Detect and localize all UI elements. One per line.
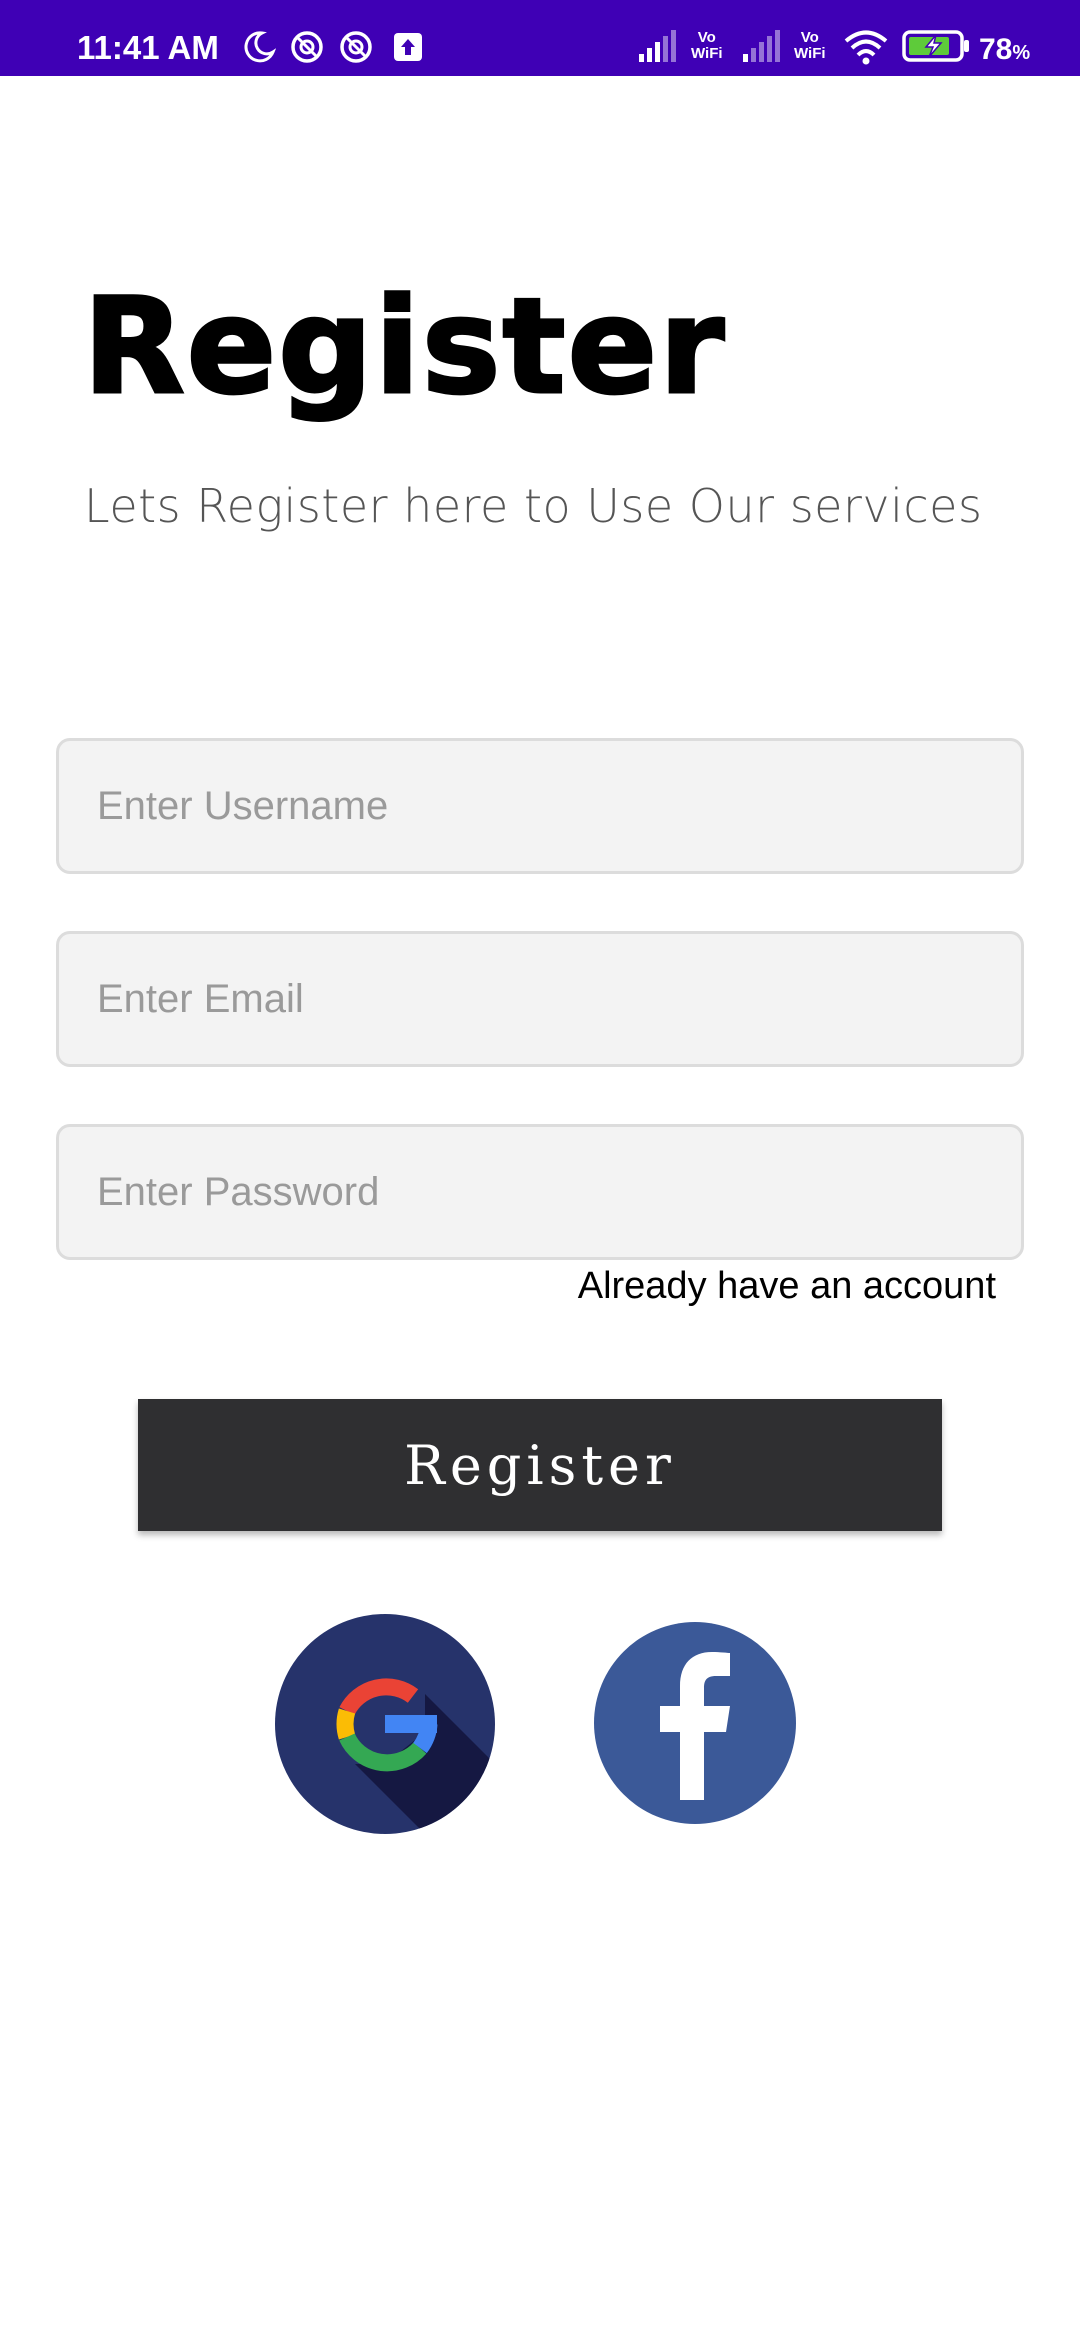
wifi-label: WiFi bbox=[691, 45, 723, 62]
password-input[interactable] bbox=[59, 1127, 1021, 1257]
status-bar: 11:41 AM Vo WiFi Vo WiFi 78% bbox=[0, 0, 1080, 76]
signal-icon bbox=[743, 30, 780, 62]
battery-icon bbox=[902, 30, 969, 62]
password-field[interactable] bbox=[56, 1124, 1024, 1260]
email-input[interactable] bbox=[59, 934, 1021, 1064]
username-field[interactable] bbox=[56, 738, 1024, 874]
facebook-icon bbox=[594, 1622, 796, 1824]
battery-value: 78 bbox=[979, 33, 1013, 66]
register-button[interactable]: Register bbox=[138, 1399, 942, 1531]
username-input[interactable] bbox=[59, 741, 1021, 871]
battery-sign: % bbox=[1012, 42, 1031, 64]
google-icon bbox=[275, 1614, 495, 1834]
vo-label: Vo bbox=[800, 29, 819, 46]
status-time: 11:41 AM bbox=[77, 29, 219, 66]
upload-icon bbox=[394, 33, 422, 61]
already-have-account-link[interactable]: Already have an account bbox=[578, 1265, 996, 1308]
moon-icon bbox=[244, 31, 276, 63]
vowifi-label: Vo WiFi bbox=[691, 30, 723, 62]
vowifi-label: Vo WiFi bbox=[794, 30, 826, 62]
wifi-icon bbox=[844, 30, 888, 65]
signal-icon bbox=[639, 30, 676, 62]
page-subtitle: Lets Register here to Use Our services bbox=[84, 479, 983, 533]
vo-label: Vo bbox=[697, 29, 716, 46]
page-title: Register bbox=[81, 270, 727, 424]
app-notification-icon bbox=[291, 31, 323, 63]
battery-percentage: 78% bbox=[979, 0, 1030, 76]
wifi-label: WiFi bbox=[794, 45, 826, 62]
facebook-signin-button[interactable] bbox=[594, 1622, 796, 1824]
google-signin-button[interactable] bbox=[275, 1614, 495, 1834]
app-notification-icon bbox=[340, 31, 372, 63]
email-field[interactable] bbox=[56, 931, 1024, 1067]
